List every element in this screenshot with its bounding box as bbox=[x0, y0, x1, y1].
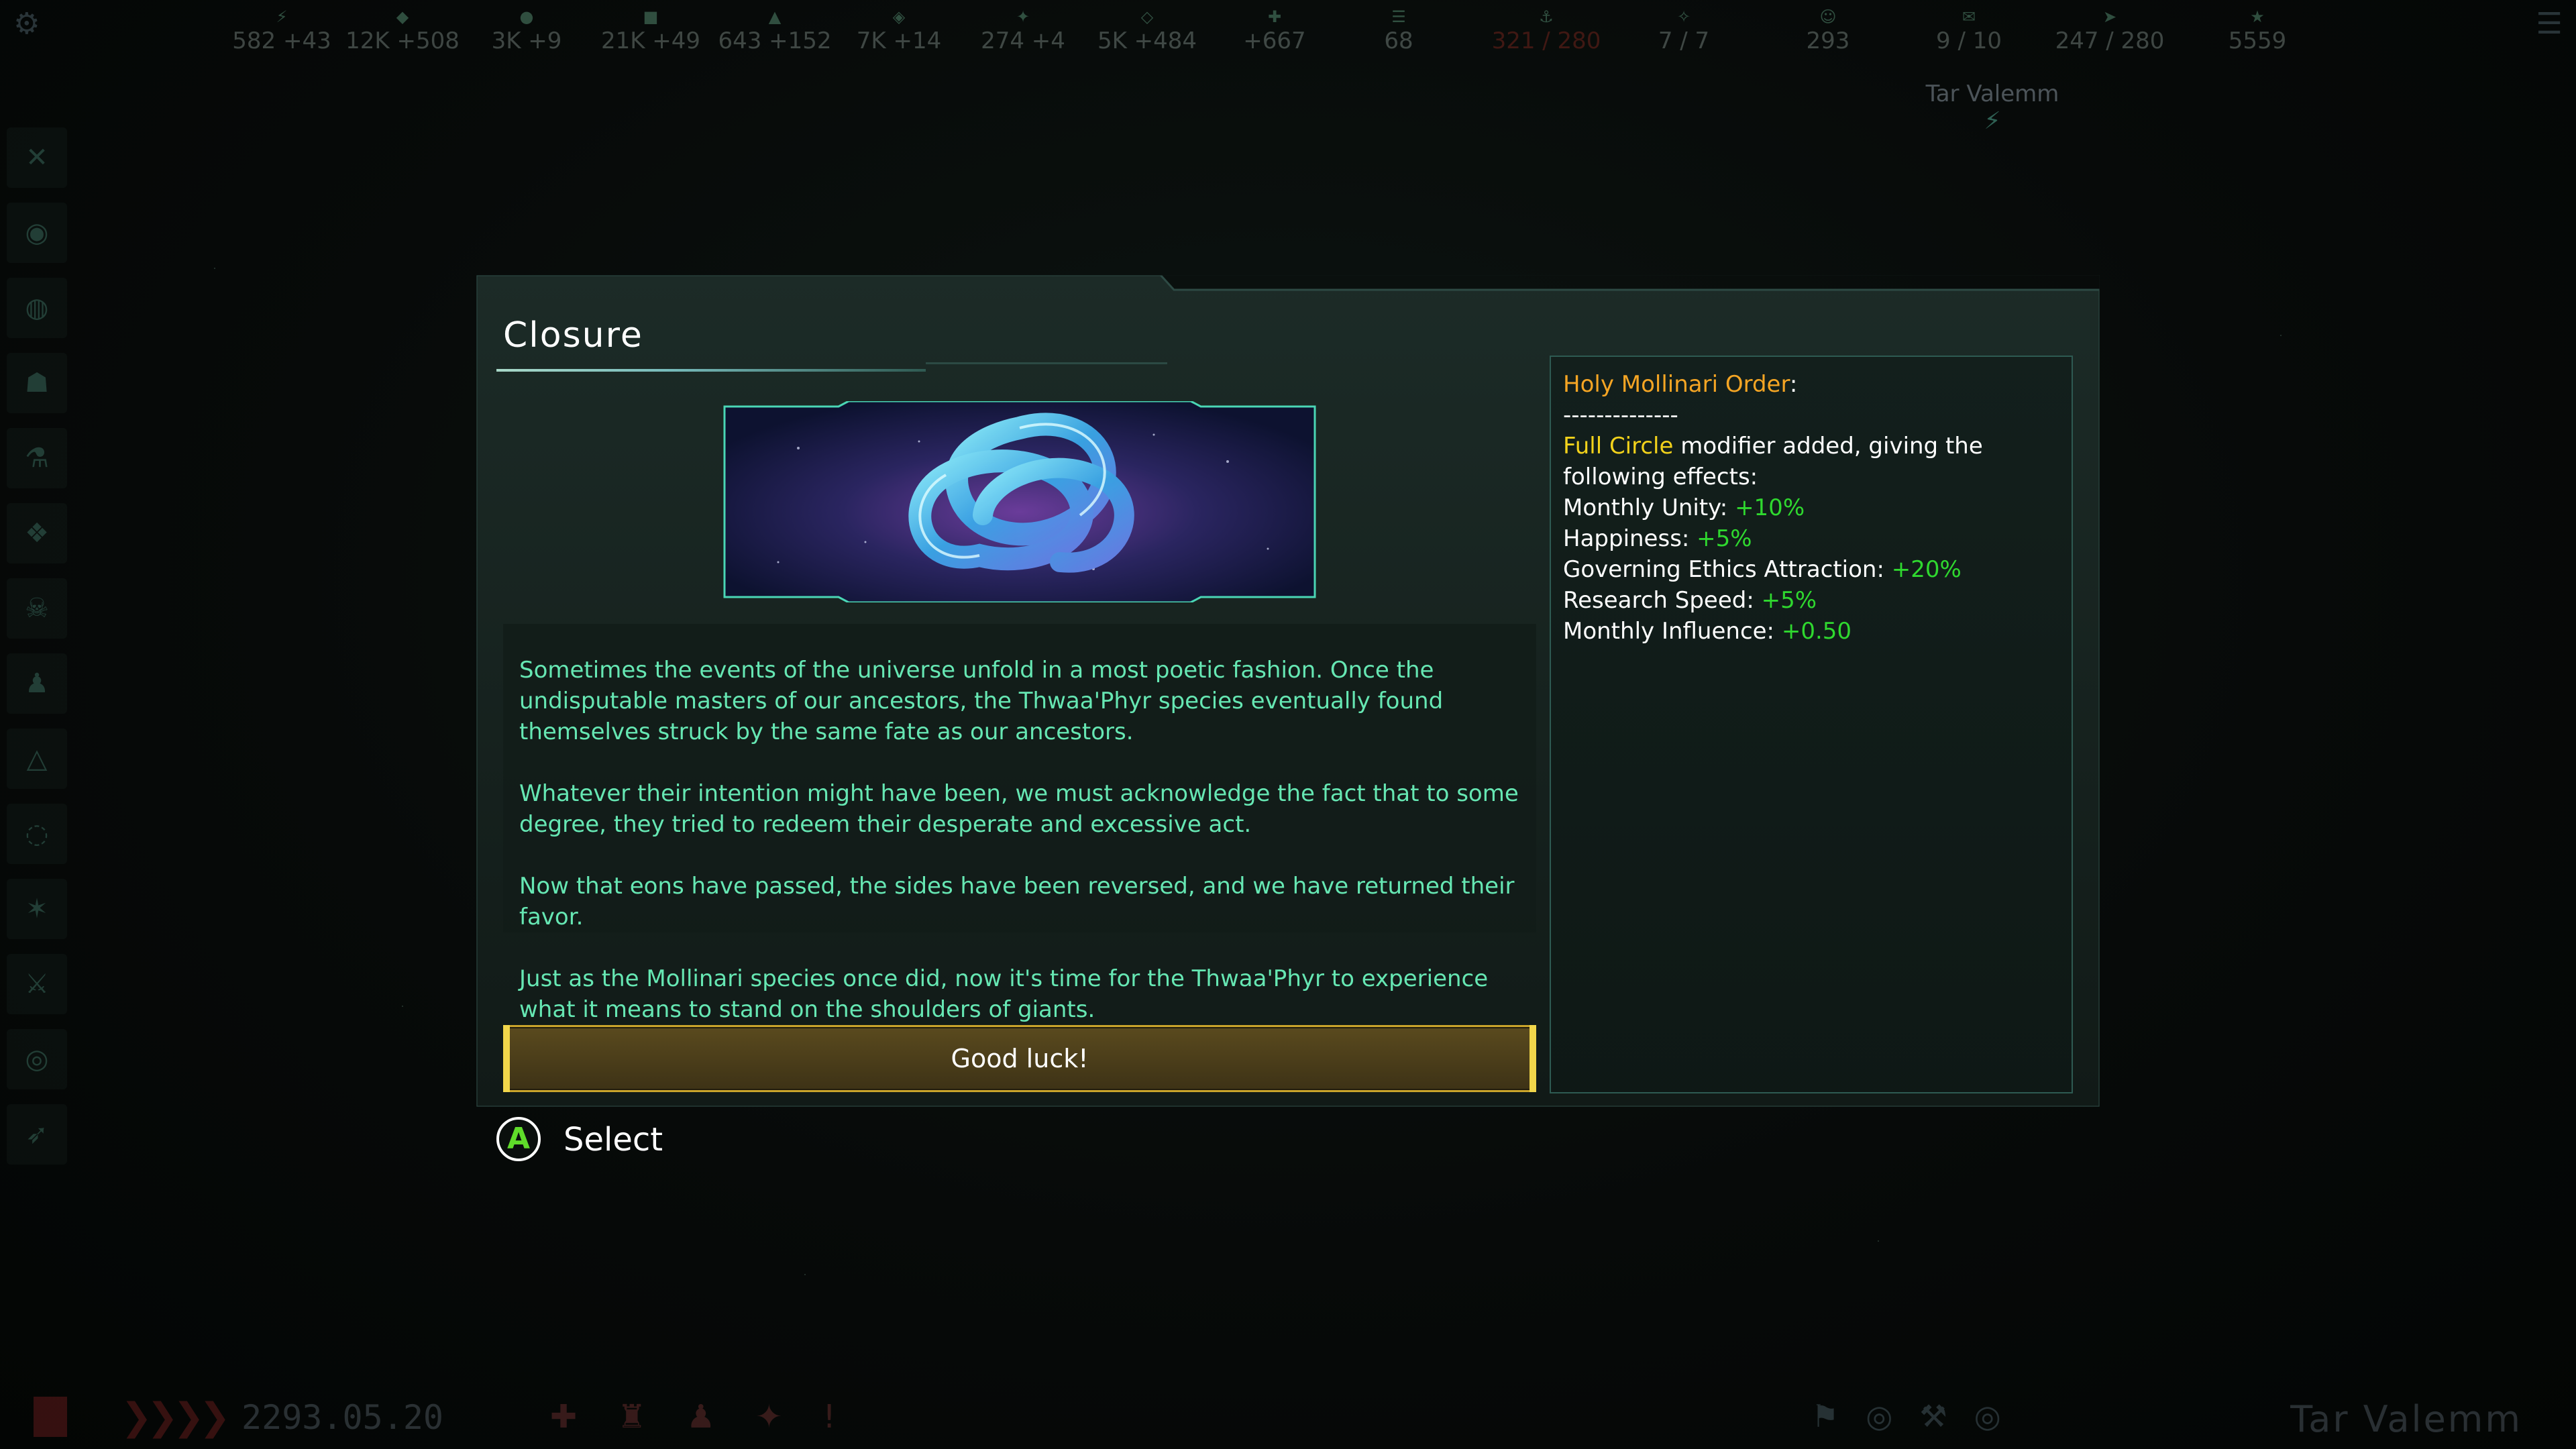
left-sidebar: ✕ ◉ ◍ ☗ ⚗ ❖ ☠ ♟ △ ◌ ✶ ⚔ ◎ ➶ bbox=[0, 127, 74, 1179]
resource-amenities[interactable]: ✚ +667 bbox=[1214, 7, 1335, 55]
title-underline bbox=[496, 369, 926, 372]
org-colon: : bbox=[1789, 371, 1798, 398]
minerals-icon: ◆ bbox=[396, 7, 409, 26]
sidebar-galaxy-icon[interactable]: ◌ bbox=[7, 804, 67, 864]
select-hint-label: Select bbox=[564, 1121, 663, 1159]
sidebar-ships-icon[interactable]: ➶ bbox=[7, 1104, 67, 1165]
effect-label: Monthly Unity: bbox=[1563, 494, 1735, 521]
energy-icon: ⚡ bbox=[276, 7, 288, 26]
effect-value: +20% bbox=[1891, 556, 1962, 583]
effects-org-line: Holy Mollinari Order: bbox=[1563, 369, 2059, 400]
pops-icon: ☺ bbox=[1819, 7, 1837, 26]
sidebar-species-icon[interactable]: ☗ bbox=[7, 353, 67, 413]
modifier-text: modifier added, giving the bbox=[1673, 433, 1983, 460]
effect-value: +5% bbox=[1761, 587, 1817, 614]
resource-unity[interactable]: ✦ 274 +4 bbox=[963, 7, 1083, 55]
stability-icon: ☰ bbox=[1391, 7, 1406, 26]
sidebar-military-icon[interactable]: ⚔ bbox=[7, 954, 67, 1014]
org-name: Holy Mollinari Order bbox=[1563, 371, 1790, 398]
fleet-icon: ➤ bbox=[2102, 7, 2117, 26]
resource-naval-capacity[interactable]: ⚓ 321 / 280 bbox=[1486, 7, 1607, 55]
resource-score[interactable]: ★ 5559 bbox=[2197, 7, 2318, 55]
title-underline-extension bbox=[926, 362, 1167, 364]
event-dialog: Closure Sometimes the events of the univ… bbox=[476, 275, 2100, 1107]
pause-icon[interactable] bbox=[34, 1397, 67, 1437]
event-description: Sometimes the events of the universe unf… bbox=[503, 624, 1536, 1023]
effect-monthly-influence: Monthly Influence: +0.50 bbox=[1563, 616, 2059, 647]
resource-envoys[interactable]: ✉ 9 / 10 bbox=[1909, 7, 2029, 55]
description-paragraph-4: Just as the Mollinari species once did, … bbox=[519, 965, 1489, 1023]
map-tools-icons[interactable]: ⚑◎⚒◎ bbox=[1811, 1398, 2028, 1434]
notification-icons[interactable]: ✚♜♟✦! bbox=[550, 1398, 876, 1436]
resource-food[interactable]: ● 3K +9 bbox=[466, 7, 587, 55]
effect-label: Monthly Influence: bbox=[1563, 618, 1782, 645]
modifier-name: Full Circle bbox=[1563, 433, 1674, 460]
unity-icon: ✦ bbox=[1016, 7, 1030, 26]
sidebar-leaders-icon[interactable]: ♟ bbox=[7, 653, 67, 714]
sidebar-market-icon[interactable]: ◎ bbox=[7, 1029, 67, 1089]
naval-capacity-icon: ⚓ bbox=[1539, 7, 1554, 26]
food-icon: ● bbox=[519, 7, 534, 26]
sidebar-factions-icon[interactable]: △ bbox=[7, 729, 67, 789]
sidebar-traditions-icon[interactable]: ❖ bbox=[7, 503, 67, 564]
effect-label: Governing Ethics Attraction: bbox=[1563, 556, 1892, 583]
effect-research-speed: Research Speed: +5% bbox=[1563, 585, 2059, 616]
a-button-icon: A bbox=[496, 1117, 541, 1161]
sidebar-government-icon[interactable]: ✕ bbox=[7, 127, 67, 188]
main-menu-icon[interactable]: ☰ bbox=[2536, 7, 2563, 41]
good-luck-option-button[interactable]: Good luck! bbox=[503, 1025, 1536, 1092]
resource-pops[interactable]: ☺ 293 bbox=[1768, 7, 1888, 55]
sidebar-contacts-icon[interactable]: ◉ bbox=[7, 203, 67, 263]
effects-modifier-line-2: following effects: bbox=[1563, 464, 1758, 490]
effect-value: +10% bbox=[1735, 494, 1805, 521]
lightning-icon: ⚡ bbox=[1984, 107, 2001, 135]
event-picture-knot bbox=[723, 401, 1316, 602]
game-date: 2293.05.20 bbox=[241, 1398, 444, 1437]
description-paragraph-2: Whatever their intention might have been… bbox=[519, 780, 1519, 838]
effect-governing-ethics-attraction: Governing Ethics Attraction: +20% bbox=[1563, 554, 2059, 585]
effects-modifier-line: Full Circle modifier added, giving the bbox=[1563, 431, 2059, 462]
description-paragraph-1: Sometimes the events of the universe unf… bbox=[519, 657, 1444, 745]
starbase-icon: ✧ bbox=[1676, 7, 1691, 26]
effects-separator: -------------- bbox=[1563, 402, 1678, 429]
resource-research[interactable]: ◇ 5K +484 bbox=[1087, 7, 1208, 55]
resource-influence[interactable]: ◈ 7K +14 bbox=[839, 7, 959, 55]
empire-indicator-top[interactable]: Tar Valemm ⚡ bbox=[1865, 80, 2120, 135]
effects-panel: Holy Mollinari Order: -------------- Ful… bbox=[1550, 356, 2073, 1093]
envoys-icon: ✉ bbox=[1962, 7, 1976, 26]
research-icon: ◇ bbox=[1140, 7, 1154, 26]
empire-name-label: Tar Valemm bbox=[1925, 80, 2059, 107]
effect-label: Happiness: bbox=[1563, 525, 1697, 552]
effect-happiness: Happiness: +5% bbox=[1563, 523, 2059, 554]
bottom-bar: ❯❯❯❯ 2293.05.20 ✚♜♟✦! ⚑◎⚒◎ Tar Valemm bbox=[0, 1389, 2576, 1449]
empire-menu-icon[interactable]: ⚙ bbox=[13, 7, 40, 41]
resource-fleet[interactable]: ➤ 247 / 280 bbox=[2049, 7, 2170, 55]
resource-alloys[interactable]: ▲ 643 +152 bbox=[714, 7, 835, 55]
sidebar-fleets-icon[interactable]: ✶ bbox=[7, 879, 67, 939]
score-icon: ★ bbox=[2250, 7, 2265, 26]
event-title: Closure bbox=[503, 315, 643, 356]
resource-consumer-goods[interactable]: ■ 21K +49 bbox=[590, 7, 711, 55]
alloys-icon: ▲ bbox=[768, 7, 782, 26]
amenities-icon: ✚ bbox=[1267, 7, 1282, 26]
influence-icon: ◈ bbox=[892, 7, 906, 26]
speed-chevrons-icon[interactable]: ❯❯❯❯ bbox=[121, 1395, 231, 1439]
effect-monthly-unity: Monthly Unity: +10% bbox=[1563, 492, 2059, 523]
effect-label: Research Speed: bbox=[1563, 587, 1762, 614]
consumer-goods-icon: ■ bbox=[643, 7, 659, 26]
sidebar-planets-icon[interactable]: ◍ bbox=[7, 278, 67, 338]
effect-value: +5% bbox=[1697, 525, 1752, 552]
sidebar-technology-icon[interactable]: ⚗ bbox=[7, 428, 67, 488]
sidebar-situations-icon[interactable]: ☠ bbox=[7, 578, 67, 639]
resource-starbase[interactable]: ✧ 7 / 7 bbox=[1623, 7, 1744, 55]
resource-energy[interactable]: ⚡ 582 +43 bbox=[221, 7, 342, 55]
empire-name-bottom: Tar Valemm bbox=[2290, 1398, 2522, 1440]
resource-minerals[interactable]: ◆ 12K +508 bbox=[342, 7, 463, 55]
resource-bar: ⚙ ⚡ 582 +43 ◆ 12K +508 ● 3K +9 ■ 21K +49 ▲ 64… bbox=[0, 0, 2576, 60]
effect-value: +0.50 bbox=[1781, 618, 1852, 645]
description-paragraph-3: Now that eons have passed, the sides hav… bbox=[519, 873, 1515, 930]
resource-stability[interactable]: ☰ 68 bbox=[1338, 7, 1459, 55]
